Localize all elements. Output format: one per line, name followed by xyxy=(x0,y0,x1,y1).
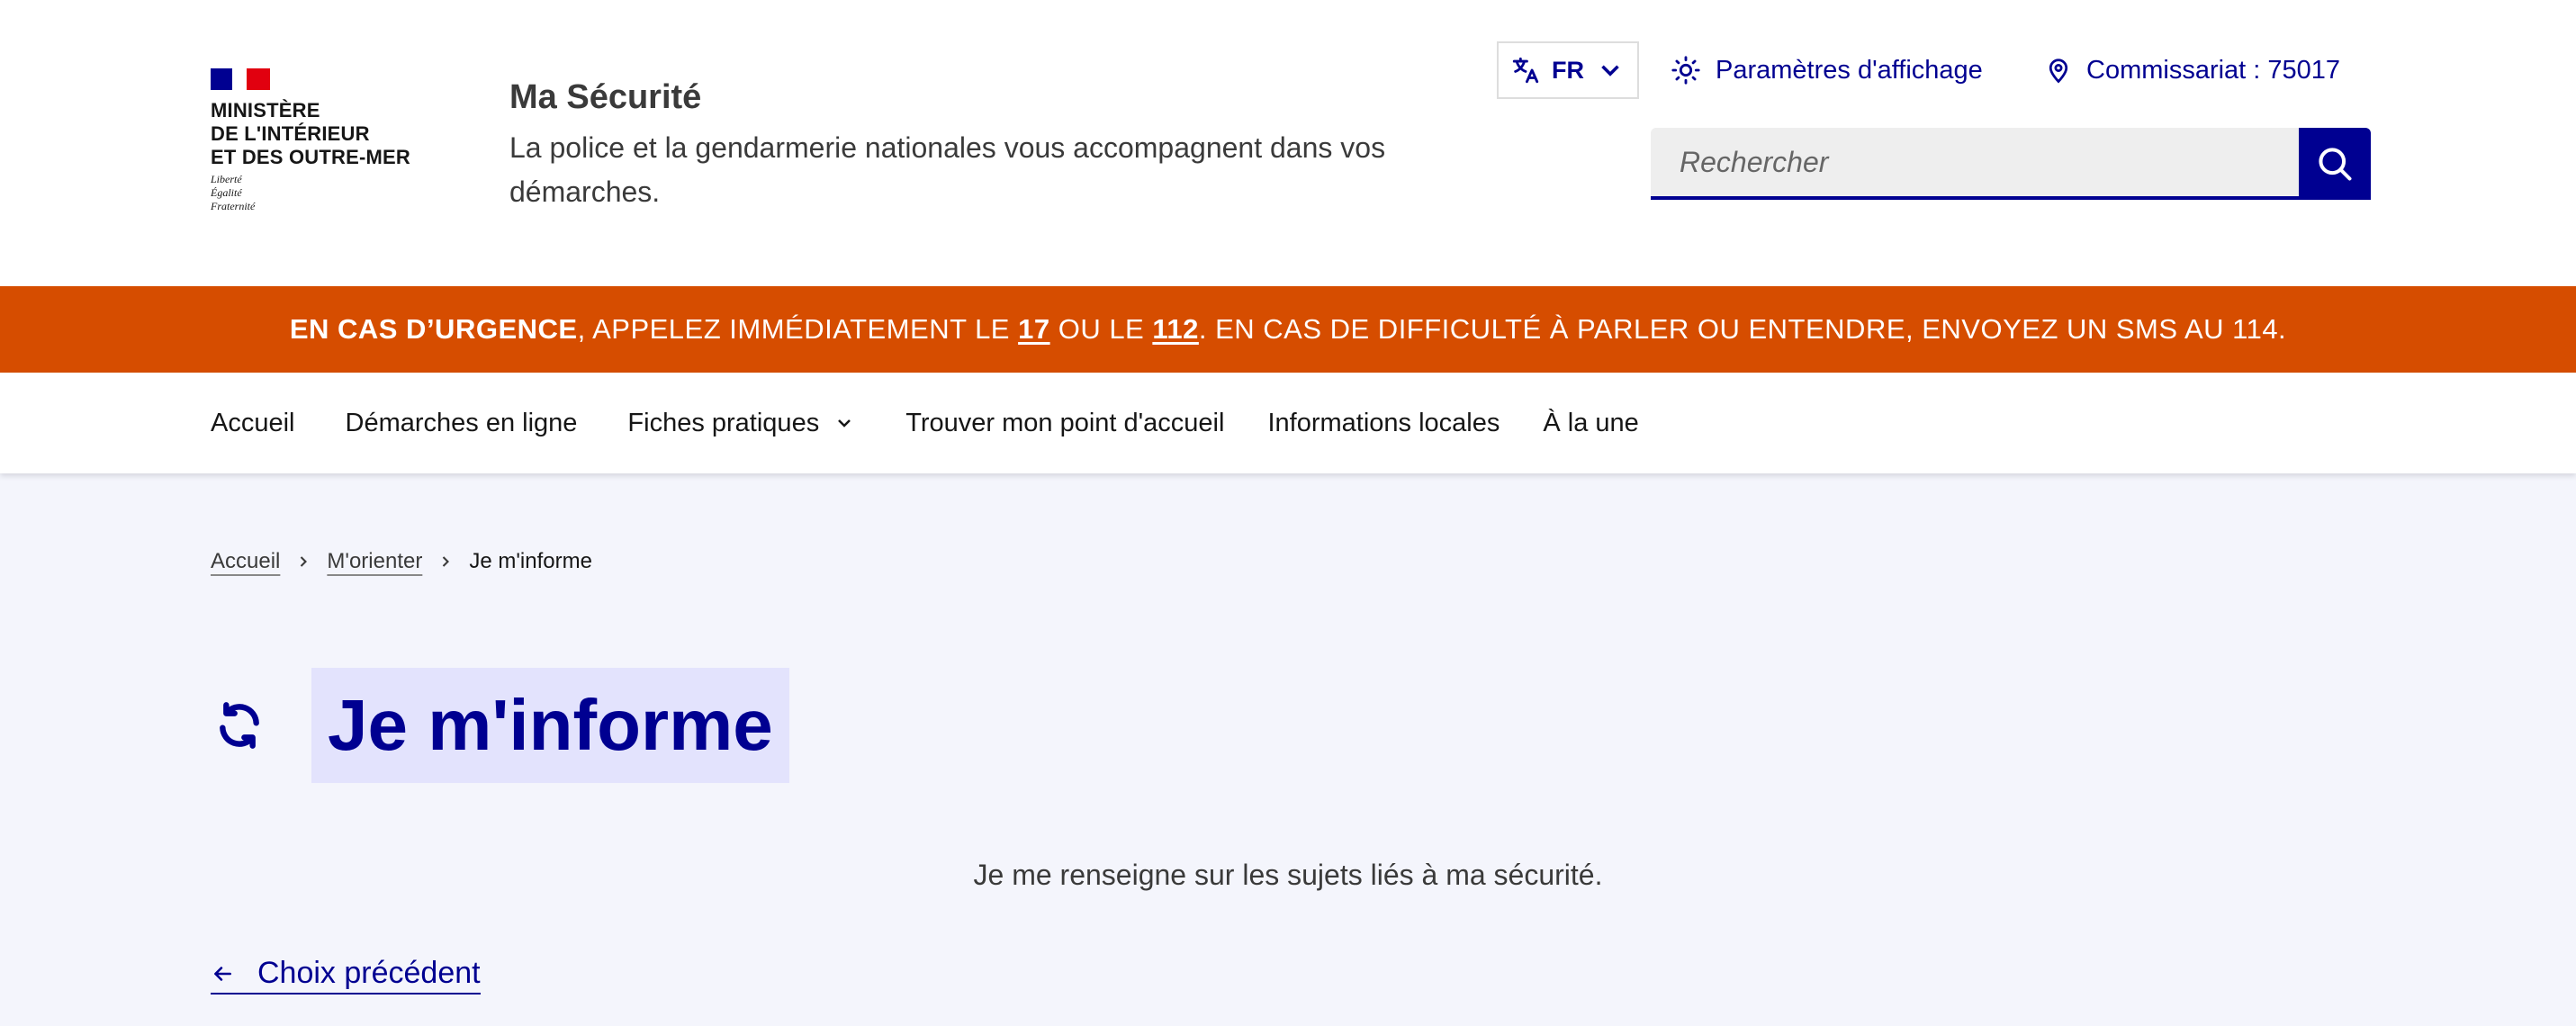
breadcrumb-link-accueil[interactable]: Accueil xyxy=(211,549,280,574)
ministry-name-line: MINISTÈRE xyxy=(211,99,320,122)
nav-item-a-la-une[interactable]: À la une xyxy=(1543,373,1638,473)
chevron-down-icon xyxy=(1601,65,1619,76)
service-tagline: La police et la gendarmerie nationales v… xyxy=(509,131,1386,208)
main-navigation: Accueil Démarches en ligne Fiches pratiq… xyxy=(0,373,2576,473)
motto-liberte: Liberté xyxy=(211,173,242,185)
map-pin-icon xyxy=(2049,58,2068,84)
arrow-left-icon xyxy=(214,966,231,981)
marianne-flag-icon xyxy=(211,68,270,90)
motto-fraternite: Fraternité xyxy=(211,200,256,212)
breadcrumb-link-morienter[interactable]: M'orienter xyxy=(327,549,422,574)
nav-item-informations-locales[interactable]: Informations locales xyxy=(1267,373,1500,473)
chevron-down-icon xyxy=(838,419,851,428)
service-brand: Ma Sécurité La police et la gendarmerie … xyxy=(509,76,1419,214)
ministry-name-line: ET DES OUTRE-MER xyxy=(211,146,410,168)
language-selector-button[interactable]: FR xyxy=(1497,41,1639,99)
nav-item-fiches-pratiques[interactable]: Fiches pratiques xyxy=(627,373,855,473)
ministry-logo[interactable]: MINISTÈRE DE L'INTÉRIEUR ET DES OUTRE-ME… xyxy=(211,68,445,213)
nav-item-accueil[interactable]: Accueil xyxy=(211,373,295,473)
republic-motto: Liberté Égalité Fraternité xyxy=(211,173,445,213)
breadcrumb: Accueil M'orienter Je m'informe xyxy=(211,549,592,574)
previous-choice-label: Choix précédent xyxy=(257,956,481,990)
police-station-link[interactable]: Commissariat : 75017 xyxy=(2045,49,2340,92)
nav-item-trouver-point-accueil[interactable]: Trouver mon point d'accueil xyxy=(905,373,1224,473)
brightness-icon xyxy=(1671,56,1700,85)
chevron-right-icon xyxy=(301,556,308,567)
alert-text: . EN CAS DE DIFFICULTÉ À PARLER OU ENTEN… xyxy=(1198,313,2287,345)
alert-text: OU LE xyxy=(1049,313,1153,345)
page-title: Je m'informe xyxy=(311,668,789,783)
motto-egalite: Égalité xyxy=(211,186,242,199)
search-input[interactable] xyxy=(1651,128,2299,200)
search-bar xyxy=(1651,128,2371,200)
page-title-row: Je m'informe xyxy=(211,668,789,783)
page-description: Je me renseigne sur les sujets liés à ma… xyxy=(973,859,1603,891)
display-settings-label: Paramètres d'affichage xyxy=(1716,56,1983,85)
alert-text: , APPELEZ IMMÉDIATEMENT LE xyxy=(577,313,1019,345)
emergency-number-112[interactable]: 112 xyxy=(1152,313,1199,345)
alert-emphasis: EN CAS D’URGENCE xyxy=(289,313,578,345)
police-station-label: Commissariat : 75017 xyxy=(2086,56,2341,85)
language-label: FR xyxy=(1552,56,1584,84)
search-icon xyxy=(2319,148,2352,181)
breadcrumb-current: Je m'informe xyxy=(469,549,592,573)
emergency-alert-banner: EN CAS D’URGENCE, APPELEZ IMMÉDIATEMENT … xyxy=(0,286,2576,373)
previous-choice-link[interactable]: Choix précédent xyxy=(211,956,481,994)
chevron-right-icon xyxy=(443,556,450,567)
ministry-name-line: DE L'INTÉRIEUR xyxy=(211,122,370,145)
nav-item-label: Fiches pratiques xyxy=(627,409,820,437)
emergency-number-17[interactable]: 17 xyxy=(1018,313,1049,345)
display-settings-link[interactable]: Paramètres d'affichage xyxy=(1671,49,1983,92)
nav-item-demarches[interactable]: Démarches en ligne xyxy=(346,373,578,473)
refresh-icon xyxy=(220,702,259,749)
search-button[interactable] xyxy=(2299,128,2371,200)
site-header: MINISTÈRE DE L'INTÉRIEUR ET DES OUTRE-ME… xyxy=(0,0,2576,286)
translate-icon xyxy=(1512,57,1539,84)
service-title[interactable]: Ma Sécurité xyxy=(509,76,1419,119)
